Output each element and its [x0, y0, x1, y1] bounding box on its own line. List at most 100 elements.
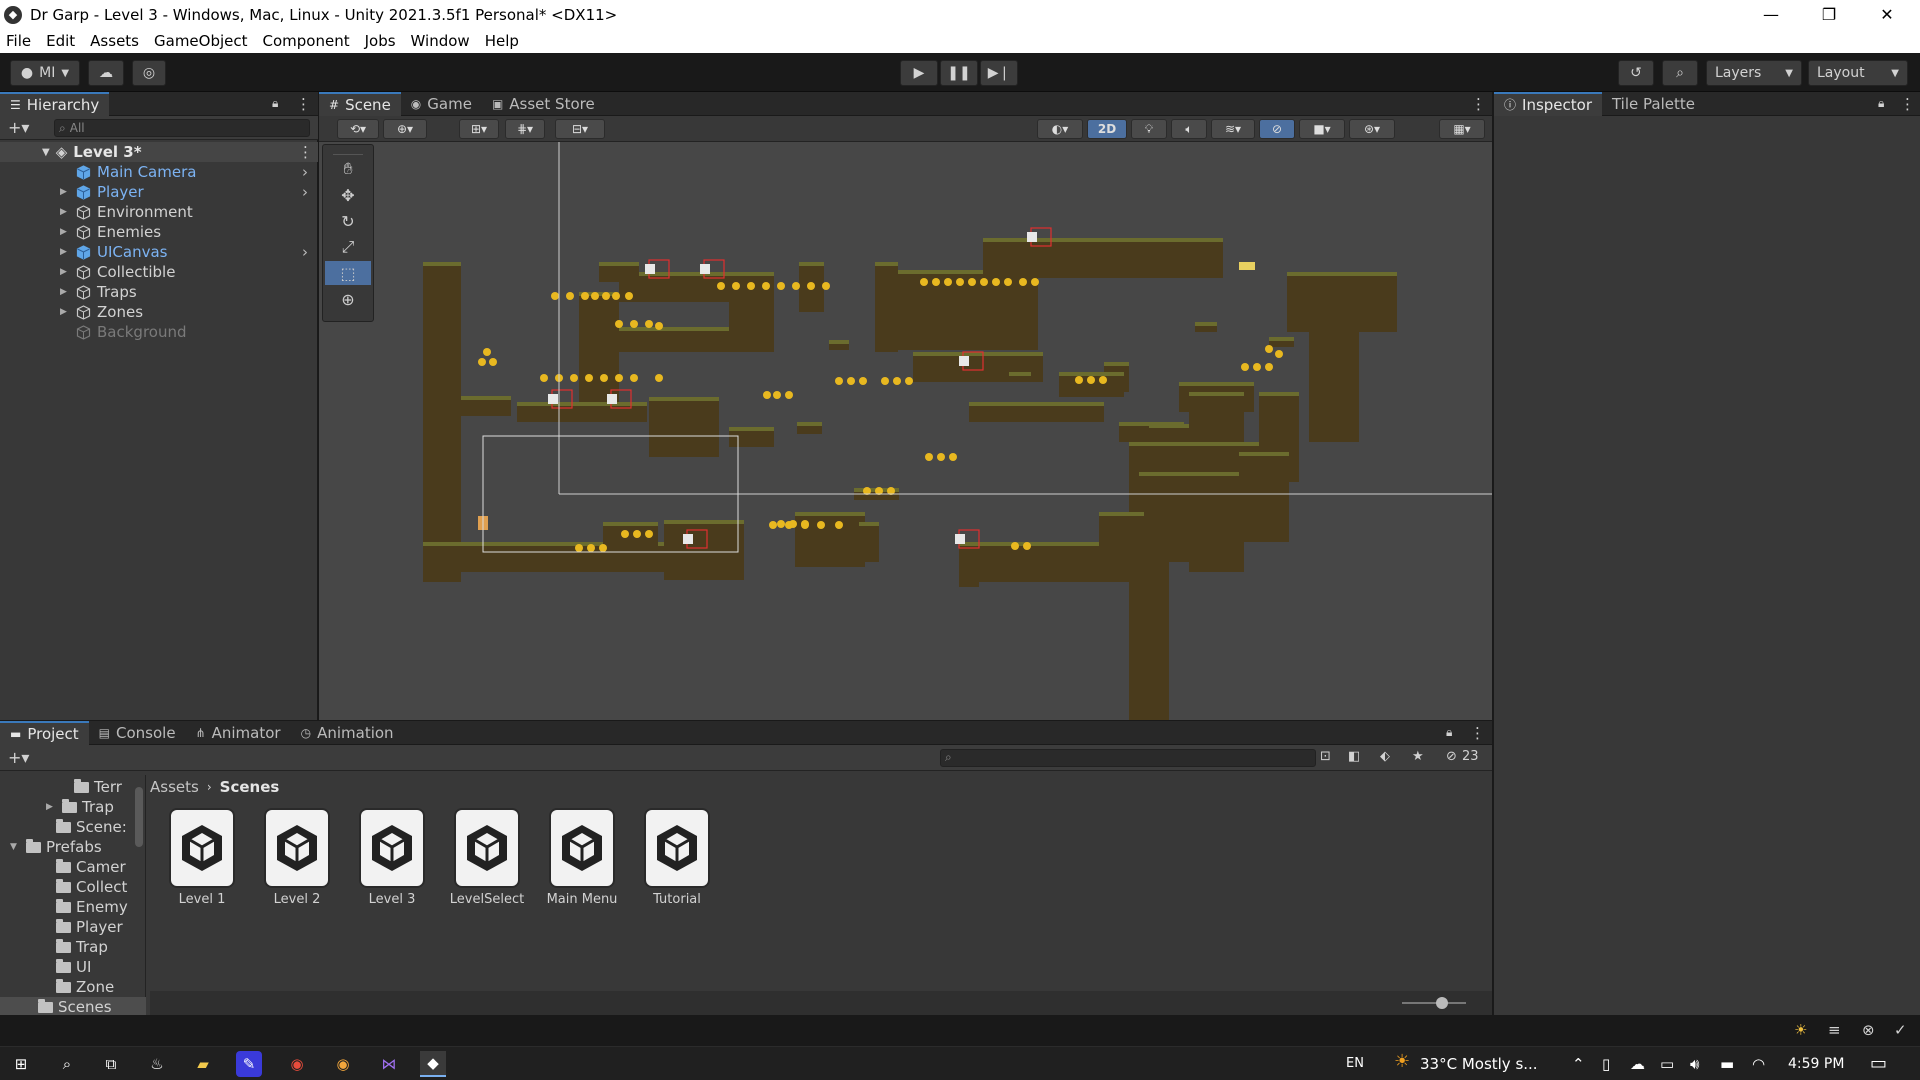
visual-studio-icon[interactable]: ⋈ [376, 1051, 402, 1077]
tab-game[interactable]: ◉ Game [401, 92, 482, 116]
hidden-packages-icon[interactable]: ⊘ [1446, 749, 1457, 764]
move-tool-icon[interactable]: ✥ [325, 183, 371, 207]
unity-taskbar-icon[interactable]: ◆ [420, 1051, 446, 1077]
history-button[interactable]: ↺ [1618, 60, 1654, 86]
restore-button[interactable]: ❐ [1800, 0, 1858, 29]
volume-icon[interactable]: 🔊︎ [1690, 1055, 1699, 1073]
hand-tool-icon[interactable]: ✋︎ [325, 157, 371, 181]
visibility-toggle[interactable]: ⊘ [1259, 119, 1295, 139]
star-icon[interactable]: ★ [1412, 749, 1424, 764]
tab-inspector[interactable]: ⓘ Inspector [1494, 91, 1602, 116]
project-tree-item[interactable]: ▼ Prefabs [0, 837, 136, 857]
expand-arrow-icon[interactable]: ▶ [60, 247, 72, 257]
project-tree-item[interactable]: Camer [0, 857, 136, 877]
project-tree-item[interactable]: Terr [0, 777, 136, 797]
project-tree-item[interactable]: Collect [0, 877, 136, 897]
menu-file[interactable]: File [6, 32, 31, 50]
breadcrumb-assets[interactable]: Assets [150, 778, 199, 796]
effects-dropdown[interactable]: ≋▾ [1211, 119, 1255, 139]
search-by-label-icon[interactable]: ◧ [1348, 749, 1360, 764]
hierarchy-search-input[interactable]: ⌕ All [54, 119, 310, 137]
tab-tile-palette[interactable]: Tile Palette [1602, 92, 1705, 116]
draw-mode-dropdown[interactable]: ⟲▾ [337, 119, 379, 139]
menu-help[interactable]: Help [485, 32, 519, 50]
tab-asset-store[interactable]: ▣ Asset Store [482, 92, 605, 116]
search-button[interactable]: ⌕ [1662, 60, 1698, 86]
wifi-icon[interactable]: ◠ [1752, 1055, 1765, 1073]
project-search-input[interactable]: ⌕ [940, 749, 1316, 767]
device-icon[interactable]: ▯ [1602, 1055, 1610, 1073]
camera-dropdown[interactable]: ■▾ [1299, 119, 1345, 139]
more-icon[interactable]: ⋮ [298, 143, 313, 161]
expand-arrow-icon[interactable]: ▶ [46, 802, 53, 812]
rotate-tool-icon[interactable]: ↻ [325, 209, 371, 233]
menu-assets[interactable]: Assets [90, 32, 139, 50]
toolbox-handle[interactable] [333, 147, 363, 155]
hierarchy-item[interactable]: ▶ Environment [0, 202, 318, 222]
weather-text[interactable]: 33°C Mostly s... [1420, 1055, 1538, 1073]
snap-toggle[interactable]: ⊞▾ [459, 119, 499, 139]
close-button[interactable]: ✕ [1858, 0, 1916, 29]
expand-arrow-icon[interactable]: ▶ [60, 287, 72, 297]
hierarchy-item[interactable]: ▶ Zones [0, 302, 318, 322]
network-off-icon[interactable]: ⊗ [1862, 1021, 1875, 1039]
project-tree-item[interactable]: ▶ Trap [0, 797, 136, 817]
menu-jobs[interactable]: Jobs [365, 32, 396, 50]
increment-snap[interactable]: ⊟▾ [555, 119, 605, 139]
collab-button[interactable]: ◎ [132, 60, 166, 86]
project-tree-item[interactable]: Enemy [0, 897, 136, 917]
project-tree-item[interactable]: Trap [0, 937, 136, 957]
grid-toggle[interactable]: ⋕▾ [505, 119, 545, 139]
layout-dropdown[interactable]: Layout ▼ [1808, 60, 1908, 86]
tab-project[interactable]: ▬ Project [0, 720, 89, 745]
cloud-button[interactable]: ☁ [88, 60, 124, 86]
hierarchy-item[interactable]: Main Camera › [0, 162, 318, 182]
tab-console[interactable]: ▤ Console [89, 721, 186, 745]
more-icon[interactable]: ⋮ [1470, 724, 1485, 742]
add-icon[interactable]: +▾ [8, 118, 29, 137]
account-dropdown[interactable]: ● MI ▼ [10, 60, 80, 86]
clock-time[interactable]: 4:59 PM [1788, 1056, 1844, 1072]
steam-icon[interactable]: ♨ [144, 1051, 170, 1077]
transform-tool-icon[interactable]: ⊕ [325, 287, 371, 311]
tab-animation[interactable]: ◷ Animation [291, 721, 404, 745]
scene-asset[interactable]: Level 1 [162, 810, 242, 907]
lock-icon[interactable]: 🔒︎ [1446, 725, 1452, 740]
hierarchy-item[interactable]: ▶ Collectible [0, 262, 318, 282]
more-icon[interactable]: ⋮ [296, 95, 311, 113]
tab-scene[interactable]: # Scene [319, 91, 401, 116]
menu-component[interactable]: Component [263, 32, 350, 50]
scene-asset[interactable]: Level 3 [352, 810, 432, 907]
notifications-icon[interactable]: ▭ [1870, 1053, 1887, 1074]
chevron-right-icon[interactable]: › [302, 243, 308, 261]
scene-asset[interactable]: Level 2 [257, 810, 337, 907]
expand-arrow-icon[interactable]: ▶ [60, 227, 72, 237]
chevron-right-icon[interactable]: › [302, 183, 308, 201]
play-button[interactable]: ▶ [900, 60, 938, 86]
chrome-canary-icon[interactable]: ◉ [330, 1051, 356, 1077]
chevron-right-icon[interactable]: › [302, 163, 308, 181]
hierarchy-item[interactable]: ▶ Player › [0, 182, 318, 202]
hierarchy-item[interactable]: ▶ Traps [0, 282, 318, 302]
project-tree-item[interactable]: Scenes [0, 997, 146, 1017]
search-icon[interactable]: ⌕ [54, 1051, 80, 1077]
expand-arrow-icon[interactable]: ▶ [60, 267, 72, 277]
rect-tool-icon[interactable]: ⬚ [325, 261, 371, 285]
audio-toggle[interactable]: 🔈︎ [1171, 119, 1207, 139]
chevron-up-icon[interactable]: ⌃ [1572, 1055, 1585, 1073]
icon-size-slider[interactable] [1402, 1002, 1466, 1004]
breadcrumb-scenes[interactable]: Scenes [220, 778, 280, 796]
tab-hierarchy[interactable]: ☰ Hierarchy [0, 91, 110, 116]
display-icon[interactable]: ▭ [1660, 1055, 1674, 1073]
scene-asset[interactable]: LevelSelect [447, 810, 527, 907]
menu-edit[interactable]: Edit [46, 32, 75, 50]
pause-button[interactable]: ❚❚ [940, 60, 978, 86]
check-circle-icon[interactable]: ✓ [1894, 1021, 1907, 1039]
2d-toggle[interactable]: 2D [1087, 119, 1127, 139]
expand-arrow-icon[interactable]: ▶ [60, 207, 72, 217]
lock-icon[interactable]: 🔒︎ [272, 96, 278, 111]
minimize-button[interactable]: — [1742, 0, 1800, 29]
scene-viewport[interactable]: ✋︎ ✥ ↻ ⤢ ⬚ ⊕ [319, 142, 1492, 720]
task-view-icon[interactable]: ⧉ [98, 1051, 124, 1077]
menu-window[interactable]: Window [411, 32, 470, 50]
